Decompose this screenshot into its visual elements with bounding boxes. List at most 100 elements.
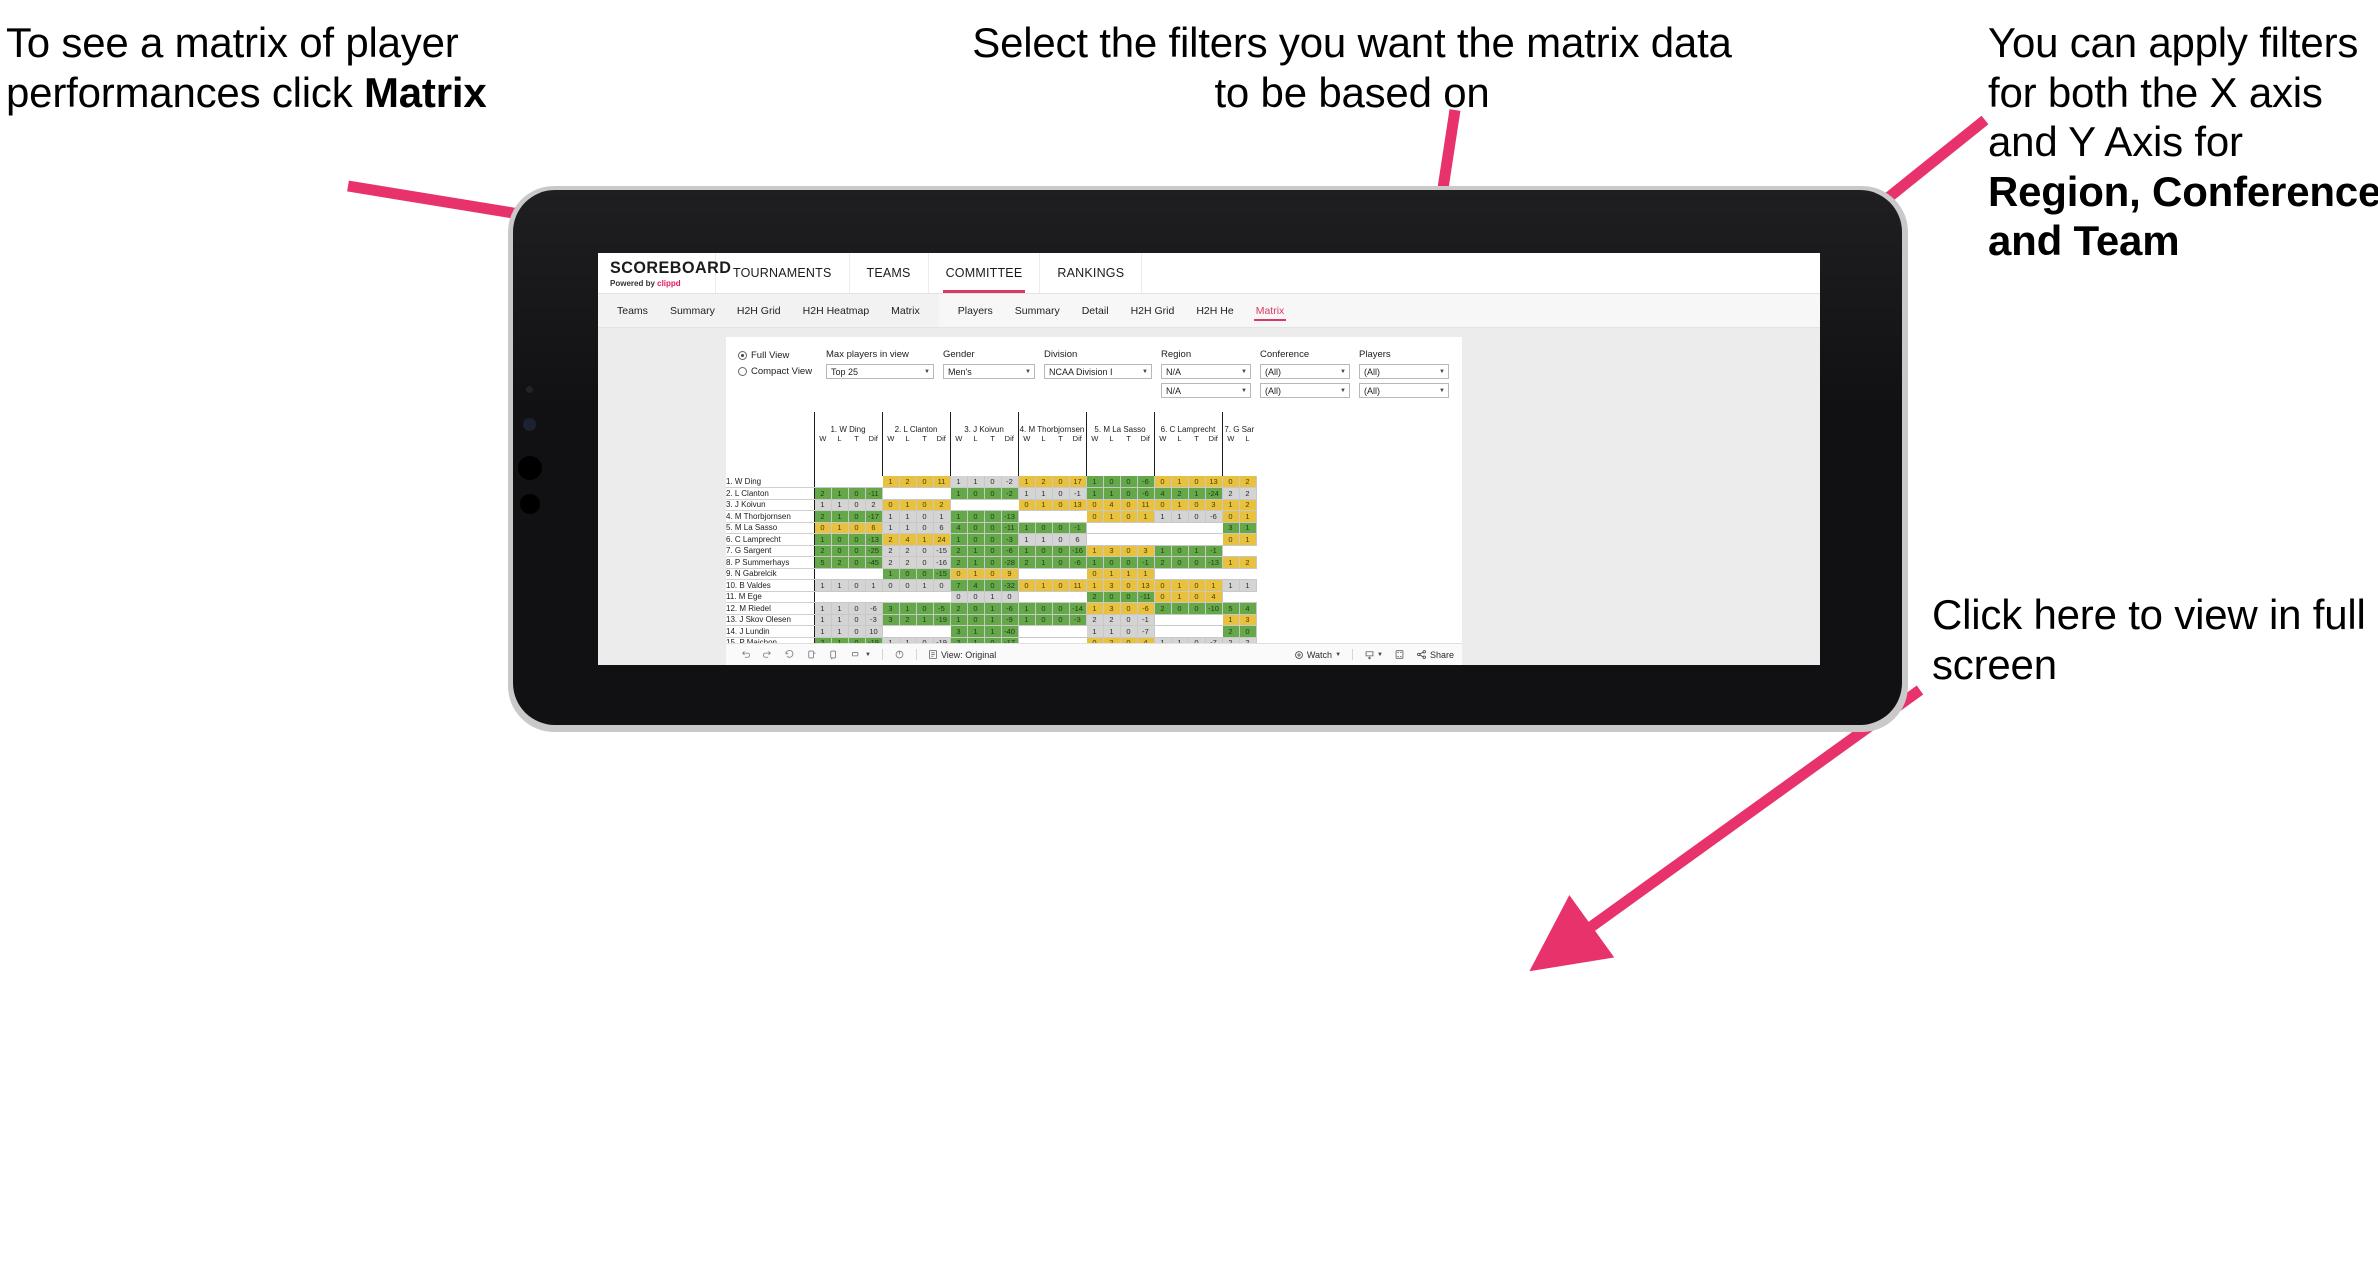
matrix-cell[interactable]: -24 <box>1205 487 1223 500</box>
matrix-cell[interactable]: -16 <box>1069 545 1087 557</box>
nav-tournaments[interactable]: TOURNAMENTS <box>716 253 850 293</box>
matrix-cell[interactable]: 0 <box>1035 602 1053 615</box>
matrix-cell[interactable]: 1 <box>1085 602 1104 615</box>
matrix-cell[interactable]: 1 <box>984 602 1002 615</box>
matrix-cell[interactable]: 0 <box>967 533 985 546</box>
matrix-cell[interactable] <box>1120 522 1138 534</box>
matrix-cell[interactable]: -32 <box>1001 579 1019 592</box>
matrix-cell[interactable]: 0 <box>984 545 1002 557</box>
matrix-cell[interactable]: 1 <box>1017 545 1036 557</box>
matrix-cell[interactable]: 1 <box>916 579 934 592</box>
matrix-cell[interactable] <box>1171 522 1189 534</box>
matrix-cell[interactable]: 1 <box>899 522 917 534</box>
matrix-cell[interactable]: 0 <box>1052 556 1070 569</box>
matrix-cell[interactable] <box>1085 533 1104 546</box>
matrix-cell[interactable] <box>1035 568 1053 580</box>
matrix-cell[interactable] <box>1103 533 1121 546</box>
matrix-cell[interactable] <box>1171 568 1189 580</box>
matrix-cell[interactable]: 1 <box>967 625 985 638</box>
matrix-cell[interactable]: 1 <box>1103 487 1121 500</box>
matrix-cell[interactable]: 9 <box>1001 568 1019 580</box>
matrix-cell[interactable]: 4 <box>949 522 968 534</box>
matrix-cell[interactable] <box>1205 568 1223 580</box>
matrix-cell[interactable]: 2 <box>881 545 900 557</box>
matrix-cell[interactable]: 1 <box>831 579 849 592</box>
matrix-cell[interactable]: 1 <box>1171 476 1189 488</box>
watch-button[interactable]: Watch ▼ <box>1294 650 1341 660</box>
matrix-cell[interactable]: 0 <box>899 579 917 592</box>
matrix-cell[interactable] <box>1188 614 1206 626</box>
select-conference-x[interactable]: (All) ▼ <box>1260 364 1350 379</box>
matrix-cell[interactable]: 2 <box>1153 556 1172 569</box>
matrix-cell[interactable]: 0 <box>1153 591 1172 603</box>
subnav-teams-h2h-grid[interactable]: H2H Grid <box>726 294 792 327</box>
matrix-cell[interactable]: 0 <box>1120 499 1138 511</box>
matrix-cell[interactable]: 1 <box>865 579 883 592</box>
matrix-cell[interactable] <box>848 476 866 488</box>
matrix-cell[interactable]: 1 <box>813 602 832 615</box>
matrix-cell[interactable]: 0 <box>1188 476 1206 488</box>
matrix-cell[interactable]: 1 <box>1239 510 1257 523</box>
matrix-cell[interactable] <box>1120 533 1138 546</box>
matrix-cell[interactable] <box>1239 545 1257 557</box>
matrix-cell[interactable]: 0 <box>881 499 900 511</box>
matrix-cell[interactable]: 1 <box>1205 579 1223 592</box>
radio-compact-view[interactable]: Compact View <box>738 366 826 377</box>
matrix-cell[interactable] <box>1205 625 1223 638</box>
matrix-cell[interactable]: -6 <box>1001 545 1019 557</box>
matrix-cell[interactable]: 1 <box>813 499 832 511</box>
matrix-cell[interactable]: -3 <box>1001 533 1019 546</box>
matrix-cell[interactable]: 1 <box>984 625 1002 638</box>
matrix-cell[interactable]: 1 <box>1137 510 1155 523</box>
matrix-cell[interactable]: 1 <box>1171 510 1189 523</box>
matrix-cell[interactable]: 1 <box>1035 533 1053 546</box>
matrix-cell[interactable]: 1 <box>813 625 832 638</box>
matrix-cell[interactable]: 2 <box>1239 556 1257 569</box>
matrix-cell[interactable]: 0 <box>848 602 866 615</box>
chevron-down-icon[interactable]: ▼ <box>1335 652 1341 658</box>
select-division[interactable]: NCAA Division I ▼ <box>1044 364 1152 379</box>
matrix-cell[interactable]: 4 <box>1153 487 1172 500</box>
matrix-cell[interactable] <box>865 476 883 488</box>
matrix-cell[interactable]: 1 <box>1221 556 1240 569</box>
matrix-cell[interactable]: 0 <box>1052 499 1070 511</box>
matrix-cell[interactable] <box>831 568 849 580</box>
matrix-cell[interactable]: 2 <box>831 556 849 569</box>
matrix-cell[interactable]: 0 <box>848 510 866 523</box>
matrix-row[interactable]: 13. J Skov Olesen 1 1 0 -3 3 2 1 -19 1 0 1 -9 1 0 0 -3 2 2… <box>726 614 1257 626</box>
chevron-down-icon[interactable]: ▼ <box>1377 652 1383 658</box>
matrix-cell[interactable]: 0 <box>1120 614 1138 626</box>
matrix-cell[interactable]: 0 <box>1052 602 1070 615</box>
subnav-players-h2h-grid[interactable]: H2H Grid <box>1120 294 1186 327</box>
matrix-cell[interactable]: 1 <box>831 625 849 638</box>
matrix-cell[interactable]: 2 <box>865 499 883 511</box>
matrix-cell[interactable] <box>899 487 917 500</box>
matrix-cell[interactable]: 0 <box>916 545 934 557</box>
matrix-cell[interactable]: -2 <box>1001 476 1019 488</box>
select-region-x[interactable]: N/A ▼ <box>1161 364 1251 379</box>
matrix-cell[interactable] <box>899 625 917 638</box>
matrix-cell[interactable]: 1 <box>881 510 900 523</box>
matrix-cell[interactable]: 0 <box>813 522 832 534</box>
subnav-players-detail[interactable]: Detail <box>1071 294 1120 327</box>
matrix-cell[interactable]: 0 <box>1103 591 1121 603</box>
select-conference-y[interactable]: (All) ▼ <box>1260 383 1350 398</box>
matrix-cell[interactable]: 1 <box>1221 614 1240 626</box>
matrix-cell[interactable] <box>1188 625 1206 638</box>
matrix-cell[interactable]: 3 <box>1205 499 1223 511</box>
matrix-cell[interactable]: 1 <box>831 510 849 523</box>
matrix-cell[interactable]: 1 <box>1085 625 1104 638</box>
matrix-cell[interactable]: 1 <box>831 487 849 500</box>
matrix-cell[interactable]: 1 <box>831 522 849 534</box>
fullscreen-icon[interactable] <box>1394 649 1405 660</box>
matrix-cell[interactable]: 1 <box>1035 579 1053 592</box>
matrix-cell[interactable]: 0 <box>933 579 951 592</box>
matrix-cell[interactable]: 1 <box>813 579 832 592</box>
subnav-teams-summary[interactable]: Summary <box>659 294 726 327</box>
resume-icon[interactable] <box>828 649 839 660</box>
redo-icon[interactable] <box>762 649 773 660</box>
matrix-row[interactable]: 9. N Gabrelcik 1 0 0 -15 0 1 0 9 0 1 1 1 <box>726 568 1257 580</box>
matrix-cell[interactable] <box>1171 533 1189 546</box>
matrix-cell[interactable]: 2 <box>1085 591 1104 603</box>
matrix-row[interactable]: 5. M La Sasso 0 1 0 6 1 1 0 6 4 0 0 -11 1 0 0 -1 3 1 <box>726 522 1257 534</box>
